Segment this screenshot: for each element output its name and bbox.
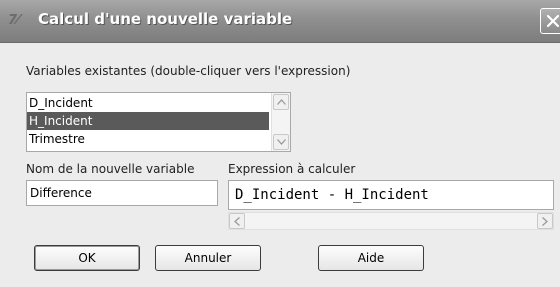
scroll-right-button[interactable] — [537, 213, 553, 229]
close-icon — [546, 14, 560, 28]
expression-horizontal-scrollbar[interactable] — [228, 212, 554, 230]
scroll-left-button[interactable] — [229, 213, 245, 229]
new-variable-input[interactable]: Difference — [26, 180, 218, 206]
list-item-trimestre[interactable]: Trimestre — [27, 130, 269, 148]
scroll-down-button[interactable] — [273, 134, 289, 150]
expression-label: Expression à calculer — [228, 162, 356, 176]
expression-input[interactable]: D_Incident - H_Incident — [228, 180, 554, 210]
scroll-up-button[interactable] — [273, 94, 289, 110]
scroll-left-icon — [234, 217, 240, 226]
new-variable-label: Nom de la nouvelle variable — [26, 162, 195, 176]
scroll-down-icon — [277, 139, 286, 145]
list-item-d-incident[interactable]: D_Incident — [27, 94, 269, 112]
list-vertical-scrollbar[interactable] — [271, 93, 290, 151]
close-button[interactable] — [540, 8, 560, 34]
window-title: Calcul d'une nouvelle variable — [38, 10, 293, 28]
existing-variables-list[interactable]: D_Incident H_Incident Trimestre — [26, 92, 291, 152]
scroll-up-icon — [277, 99, 286, 105]
title-bar[interactable]: 7⁄ Calcul d'une nouvelle variable — [0, 0, 560, 43]
ok-button[interactable]: OK — [34, 245, 140, 271]
app-icon: 7⁄ — [8, 13, 20, 28]
list-item-h-incident[interactable]: H_Incident — [27, 112, 269, 130]
scroll-right-icon — [542, 217, 548, 226]
cancel-button[interactable]: Annuler — [155, 245, 261, 271]
help-button[interactable]: Aide — [318, 245, 424, 271]
dialog-window: 7⁄ Calcul d'une nouvelle variable Variab… — [0, 0, 560, 287]
existing-variables-label: Variables existantes (double-cliquer ver… — [26, 64, 351, 78]
